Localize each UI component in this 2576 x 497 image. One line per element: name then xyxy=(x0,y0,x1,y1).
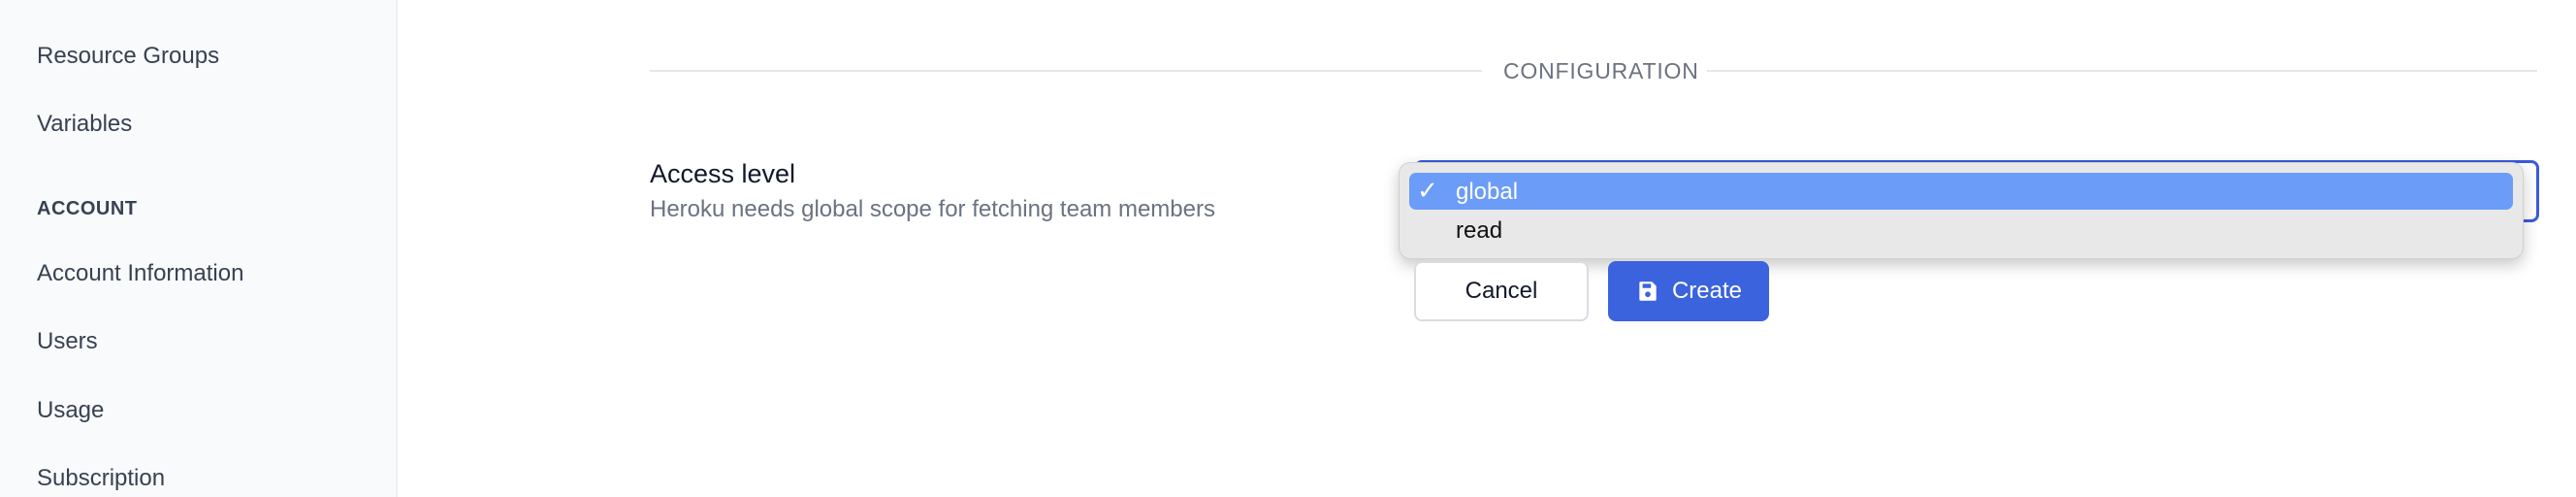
checkmark-icon: ✓ xyxy=(1417,176,1438,205)
sidebar: Resource Groups Variables ACCOUNT Accoun… xyxy=(0,0,398,497)
option-global[interactable]: ✓ global xyxy=(1409,173,2513,210)
sidebar-item-account-information[interactable]: Account Information xyxy=(37,260,243,287)
cancel-button[interactable]: Cancel xyxy=(1414,261,1589,321)
section-title: CONFIGURATION xyxy=(1503,58,1699,83)
sidebar-item-usage[interactable]: Usage xyxy=(37,397,104,424)
access-level-label: Access level xyxy=(650,159,796,188)
cancel-button-label: Cancel xyxy=(1465,278,1538,304)
save-icon xyxy=(1635,279,1660,304)
create-button[interactable]: Create xyxy=(1608,261,1769,321)
section-divider-left xyxy=(650,70,1482,72)
page: Resource Groups Variables ACCOUNT Accoun… xyxy=(0,0,2576,497)
option-read[interactable]: read xyxy=(1409,212,2513,248)
create-button-label: Create xyxy=(1671,278,1743,304)
section-divider-right xyxy=(1707,70,2537,72)
sidebar-item-resource-groups[interactable]: Resource Groups xyxy=(37,43,219,70)
access-level-help: Heroku needs global scope for fetching t… xyxy=(650,196,1215,222)
sidebar-item-users[interactable]: Users xyxy=(37,328,98,355)
sidebar-item-subscription[interactable]: Subscription xyxy=(37,465,165,492)
sidebar-section-account: ACCOUNT xyxy=(37,198,138,219)
sidebar-item-variables[interactable]: Variables xyxy=(37,111,132,138)
option-label: read xyxy=(1456,217,1503,244)
option-label: global xyxy=(1456,179,1519,205)
access-level-dropdown: ✓ global read xyxy=(1399,162,2524,259)
